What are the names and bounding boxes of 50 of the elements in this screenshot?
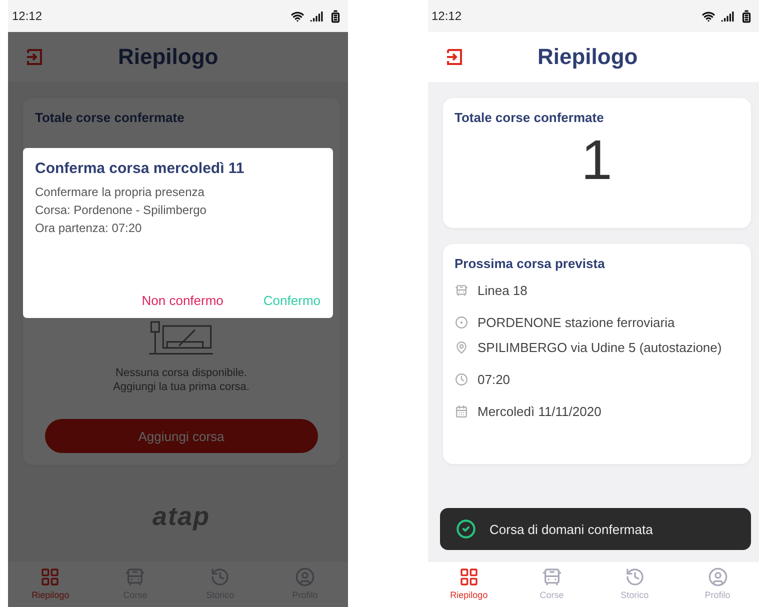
status-time: 12:12 bbox=[432, 9, 462, 23]
trip-detail: 07:20 bbox=[478, 372, 510, 387]
add-trip-button[interactable]: Aggiungi corsa bbox=[45, 419, 318, 453]
signal-icon bbox=[721, 10, 734, 22]
page-title: Riepilogo bbox=[118, 44, 218, 70]
tab[interactable]: Corse bbox=[522, 567, 582, 600]
card-title: Totale corse confermate bbox=[35, 110, 186, 125]
logout-icon[interactable] bbox=[446, 48, 464, 66]
wifi-icon bbox=[702, 10, 715, 22]
trip-detail: PORDENONE stazione ferroviaria bbox=[478, 315, 675, 330]
trip-count: 1 bbox=[581, 129, 612, 191]
grid-icon bbox=[458, 567, 479, 587]
tab[interactable]: Riepilogo bbox=[438, 567, 499, 600]
card-title: Prossima corsa prevista bbox=[454, 256, 606, 271]
confirm-button[interactable]: Confermo bbox=[263, 293, 320, 308]
status-time: 12:12 bbox=[12, 9, 42, 23]
check-circle-icon bbox=[456, 519, 476, 539]
grid-icon bbox=[40, 567, 60, 587]
dialog-title: Conferma corsa mercoledì 11 bbox=[35, 160, 246, 177]
dialog-text: Confermare la propria presenza bbox=[35, 185, 206, 199]
bus-stop-drawing bbox=[149, 320, 214, 356]
history-icon bbox=[210, 567, 230, 587]
toast-message: Corsa di domani confermata bbox=[490, 522, 653, 536]
dialog-text: Corsa: Pordenone - Spilimbergo bbox=[35, 203, 208, 217]
user-icon bbox=[295, 567, 316, 587]
wifi-icon bbox=[290, 10, 304, 22]
page-title: Riepilogo bbox=[538, 44, 638, 70]
origin-dot-icon bbox=[454, 316, 468, 329]
calendar-icon bbox=[454, 405, 468, 418]
trip-detail: Linea 18 bbox=[478, 283, 528, 298]
map-pin-icon bbox=[454, 341, 468, 354]
tab[interactable]: Riepilogo bbox=[20, 567, 80, 600]
bus-icon bbox=[125, 567, 146, 587]
tab[interactable]: Profilo bbox=[688, 567, 748, 600]
trip-detail: SPILIMBERGO via Udine 5 (autostazione) bbox=[478, 340, 722, 355]
battery-icon bbox=[328, 10, 342, 22]
user-icon bbox=[708, 567, 728, 587]
signal-icon bbox=[310, 10, 322, 22]
trip-detail: Mercoledì 11/11/2020 bbox=[478, 404, 602, 419]
tab[interactable]: Storico bbox=[604, 567, 665, 600]
card-title: Totale corse confermate bbox=[454, 110, 605, 125]
empty-message: Nessuna corsa disponibile. Aggiungi la tua prima corsa. bbox=[112, 366, 250, 396]
bus-icon bbox=[454, 284, 468, 297]
logout-icon[interactable] bbox=[26, 48, 44, 66]
clock-icon bbox=[454, 373, 468, 386]
bus-icon bbox=[542, 567, 562, 587]
dialog-text: Ora partenza: 07:20 bbox=[35, 221, 143, 235]
battery-icon bbox=[740, 10, 753, 22]
decline-button[interactable]: Non confermo bbox=[142, 293, 224, 308]
history-icon bbox=[624, 567, 645, 587]
